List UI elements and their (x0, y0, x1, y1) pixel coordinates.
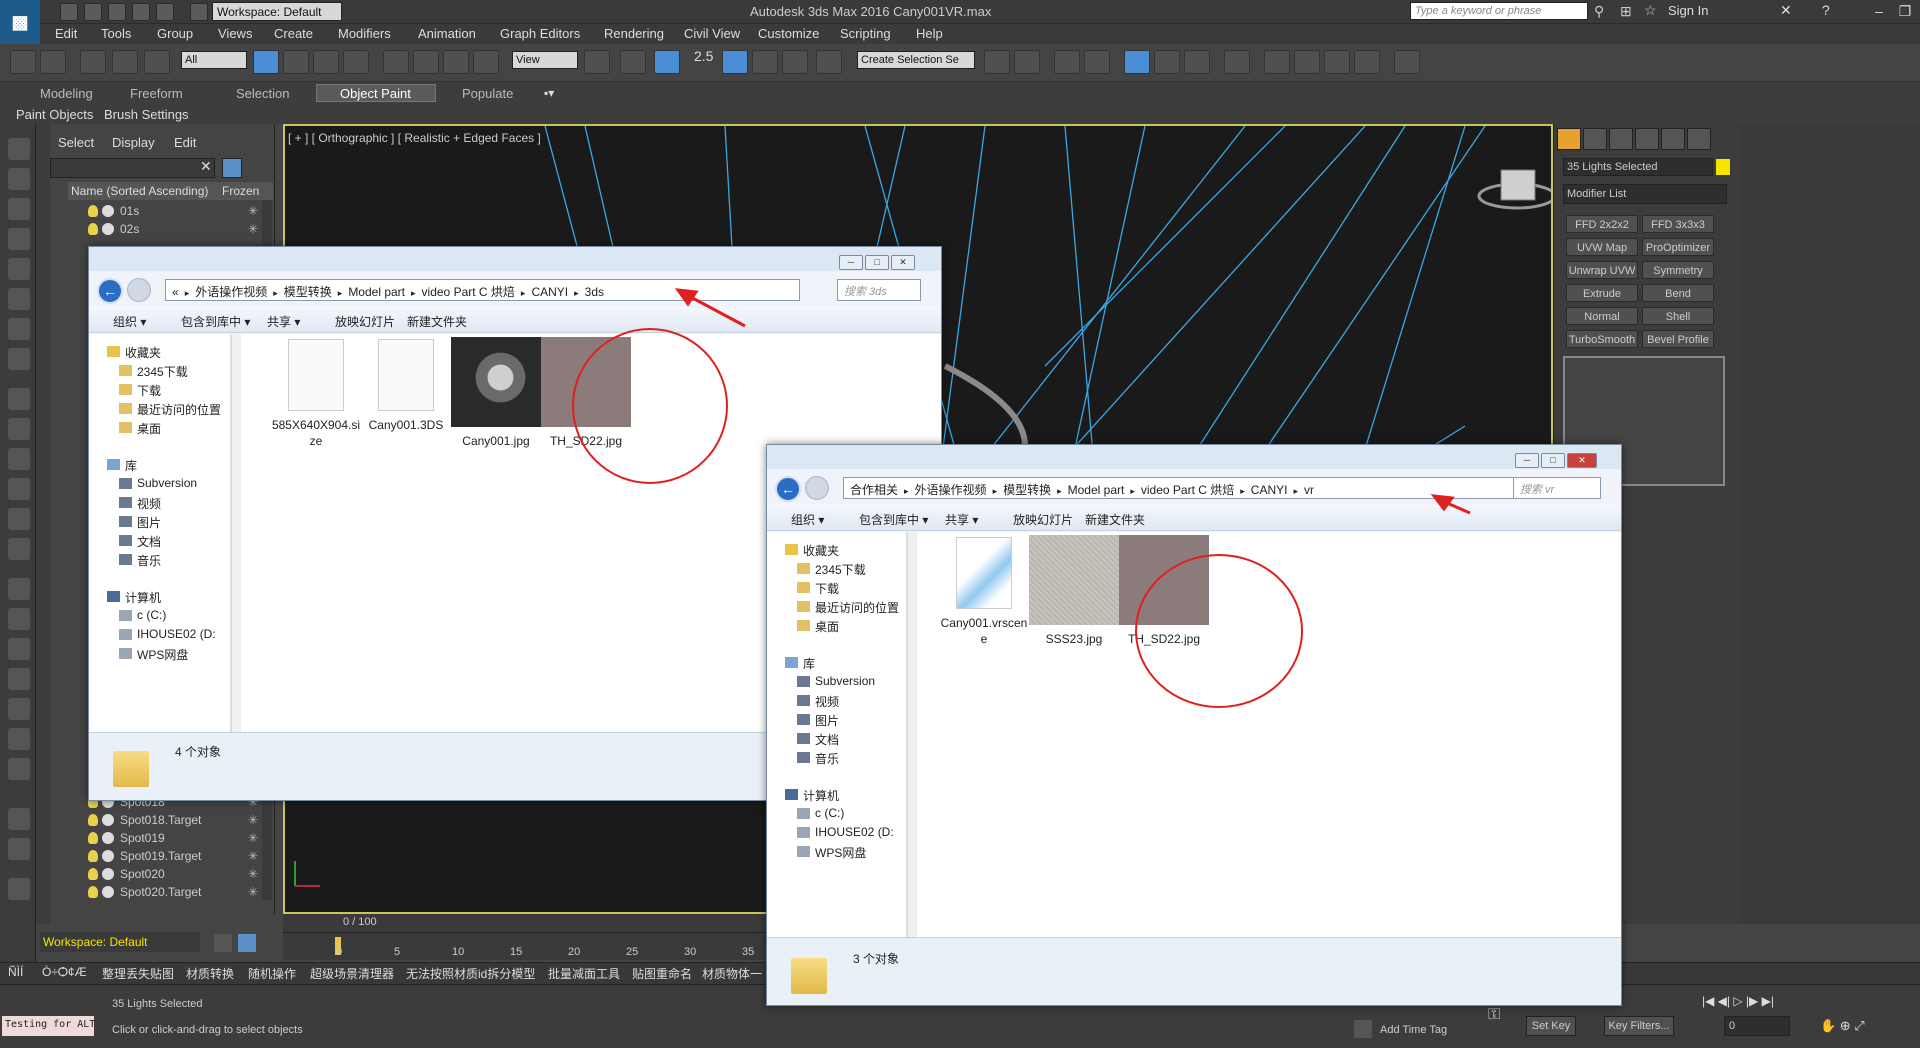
red-circle-annotation (572, 328, 728, 484)
annotation-layer (572, 288, 1471, 708)
red-arrow-annotation (684, 292, 746, 328)
red-circle-annotation (1135, 554, 1303, 708)
app-window: ▩ Workspace: Default Autodesk 3ds Max 20… (0, 0, 1920, 1048)
